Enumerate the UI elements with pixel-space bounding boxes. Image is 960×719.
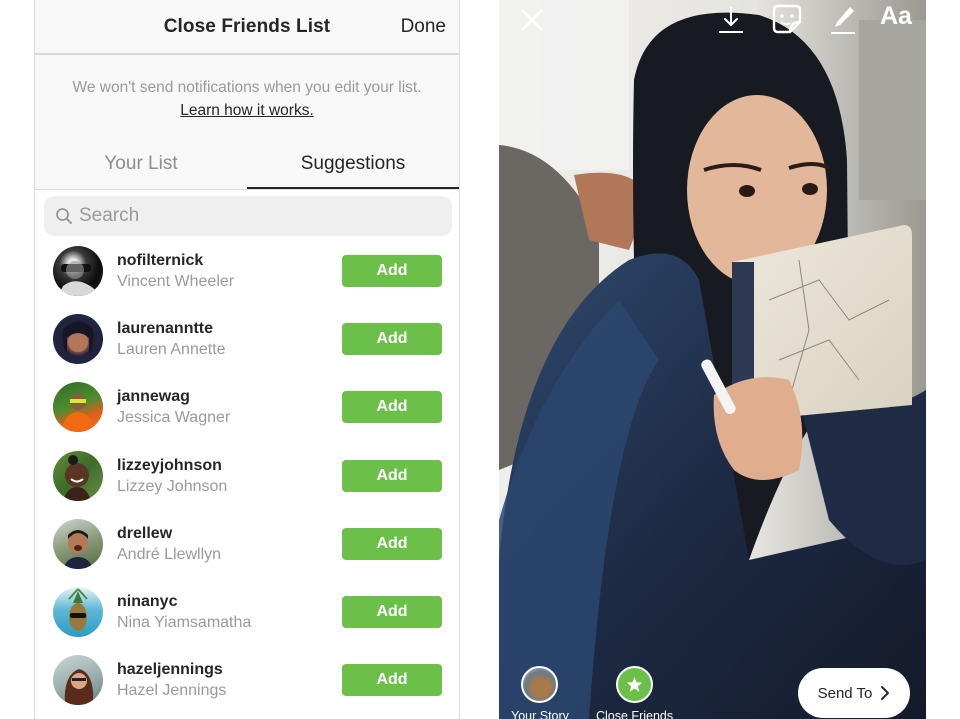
list-item: drellew André Llewllyn Add <box>35 510 459 578</box>
full-name: Nina Yiamsamatha <box>117 613 252 631</box>
username: jannewag <box>117 388 190 406</box>
done-button[interactable]: Done <box>401 16 446 38</box>
list-item: jannewag Jessica Wagner Add <box>35 373 459 441</box>
your-story-label: Your Story <box>511 709 569 719</box>
username: ninanyc <box>117 592 178 610</box>
list-item: nofilternick Vincent Wheeler Add <box>35 237 459 305</box>
list-item: hazeljennings Hazel Jennings Add <box>35 646 459 714</box>
avatar[interactable] <box>53 450 103 501</box>
avatar[interactable] <box>53 382 103 433</box>
close-icon[interactable] <box>521 9 543 36</box>
add-button[interactable]: Add <box>342 664 442 697</box>
add-button[interactable]: Add <box>342 255 442 287</box>
username: laurenanntte <box>117 320 214 338</box>
search-bar[interactable] <box>44 196 452 236</box>
username: lizzeyjohnson <box>117 456 222 474</box>
suggestions-list: nofilternick Vincent Wheeler Add laurena… <box>35 237 459 714</box>
close-friends-button[interactable]: Close Friends <box>596 666 673 719</box>
search-input[interactable] <box>79 196 439 236</box>
avatar[interactable] <box>53 655 103 706</box>
sticker-icon[interactable] <box>772 4 802 39</box>
full-name: Lizzey Johnson <box>117 477 228 495</box>
download-icon[interactable] <box>718 6 744 39</box>
close-friends-list-screen: Close Friends List Done We won't send no… <box>34 0 460 719</box>
avatar <box>521 666 559 703</box>
avatar[interactable] <box>53 246 103 296</box>
username: nofilternick <box>117 252 204 269</box>
list-item: ninanyc Nina Yiamsamatha Add <box>35 578 459 646</box>
full-name: Vincent Wheeler <box>117 273 235 290</box>
chevron-right-icon <box>881 686 890 700</box>
notice-message: We won't send notifications when you edi… <box>72 79 422 96</box>
tab-suggestions[interactable]: Suggestions <box>247 135 459 189</box>
full-name: Hazel Jennings <box>117 682 227 700</box>
add-button[interactable]: Add <box>342 595 442 628</box>
send-to-button[interactable]: Send To <box>798 668 910 718</box>
list-item: lizzeyjohnson Lizzey Johnson Add <box>35 442 459 510</box>
page-title: Close Friends List <box>163 16 331 37</box>
add-button[interactable]: Add <box>342 459 442 492</box>
text-icon[interactable]: Aa <box>880 2 912 31</box>
avatar[interactable] <box>53 518 103 569</box>
close-friends-badge <box>616 666 654 703</box>
username: drellew <box>117 524 173 542</box>
close-friends-label: Close Friends <box>596 709 674 719</box>
navigation-bar: Close Friends List Done <box>35 0 459 55</box>
full-name: Jessica Wagner <box>117 409 231 427</box>
add-button[interactable]: Add <box>342 391 442 424</box>
notification-notice: We won't send notifications when you edi… <box>35 55 459 135</box>
your-story-button[interactable]: Your Story <box>511 666 569 719</box>
add-button[interactable]: Add <box>342 527 442 560</box>
search-icon <box>55 207 73 230</box>
username: hazeljennings <box>117 661 223 679</box>
list-item: laurenanntte Lauren Annette Add <box>35 305 459 373</box>
learn-more-link[interactable]: Learn how it works. <box>35 102 459 120</box>
star-icon <box>626 677 643 692</box>
full-name: André Llewllyn <box>117 545 222 563</box>
add-button[interactable]: Add <box>342 323 442 356</box>
send-to-label: Send To <box>817 684 873 702</box>
story-camera-screen: Aa Your Story Close Friends Send To <box>499 0 926 719</box>
avatar[interactable] <box>53 314 103 365</box>
avatar[interactable] <box>53 586 103 637</box>
full-name: Lauren Annette <box>117 341 226 359</box>
story-photo <box>499 0 926 719</box>
pen-icon[interactable] <box>830 5 856 40</box>
list-tabs: Your List Suggestions <box>35 135 459 190</box>
tab-your-list[interactable]: Your List <box>35 135 247 189</box>
